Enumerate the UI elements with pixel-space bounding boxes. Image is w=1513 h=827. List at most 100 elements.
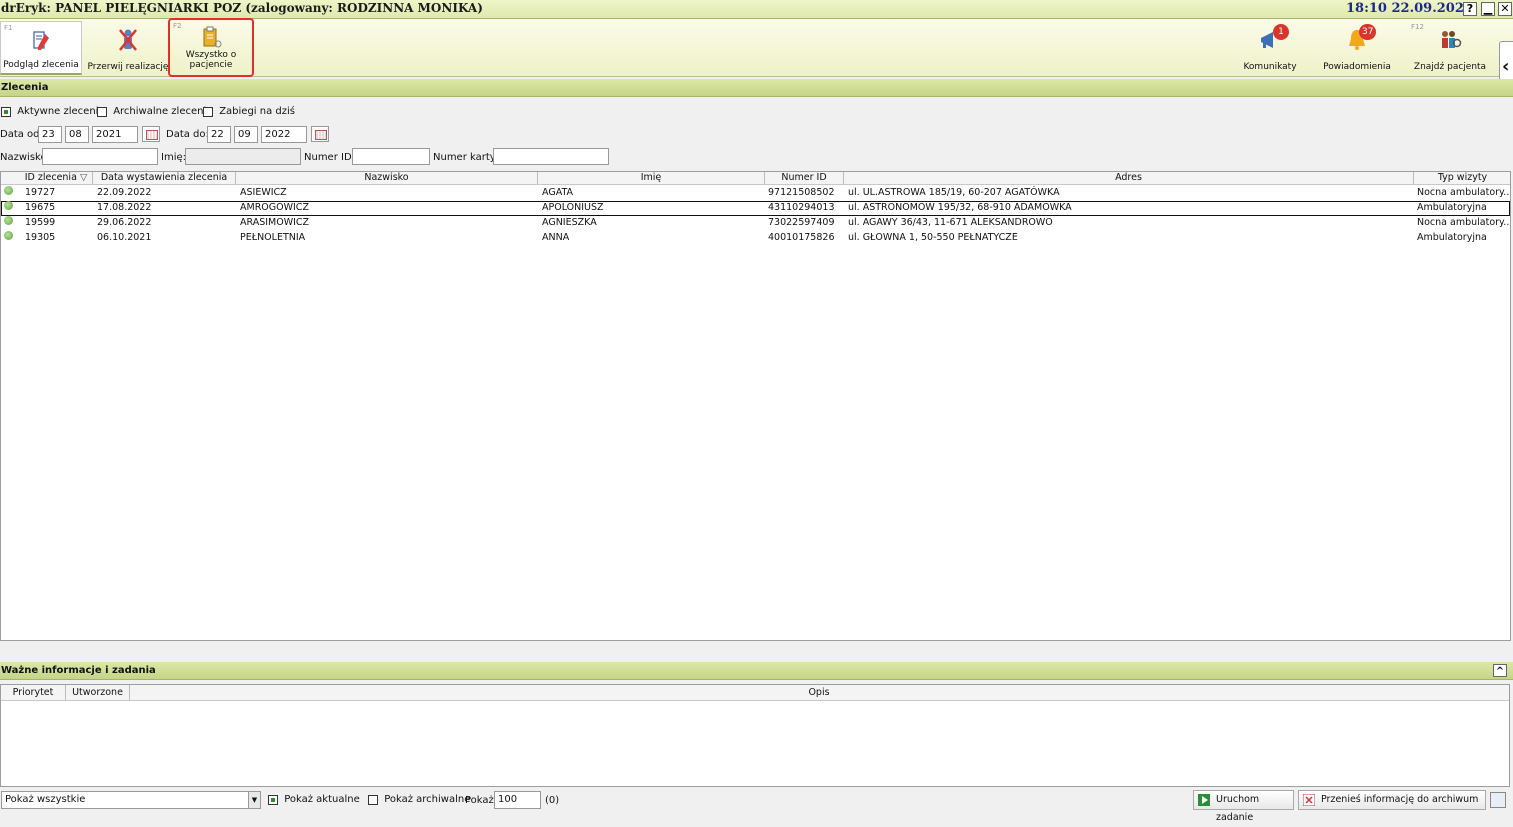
date-from-year[interactable]: 2021 (92, 126, 138, 143)
find-patient-button[interactable]: F12 Znajdź pacjenta (1408, 21, 1492, 75)
id-number-input[interactable] (352, 148, 430, 165)
date-to-label: Data do: (166, 129, 209, 140)
filter-active-orders[interactable]: Aktywne zlecenia (1, 106, 105, 118)
table-row[interactable]: 19305 06.10.2021 PEŁNOLETNIA ANNA 400101… (1, 231, 1510, 246)
messages-label: Komunikaty (1243, 62, 1297, 72)
status-dot-icon (4, 216, 13, 225)
active-orders-label: Aktywne zlecenia (17, 106, 105, 117)
today-procedures-checkbox[interactable] (203, 106, 213, 117)
cell-issue-date: 17.08.2022 (97, 202, 152, 213)
collapse-up-icon[interactable]: ^ (1493, 664, 1507, 677)
run-task-label: Uruchom zadanie (1216, 794, 1260, 823)
cell-order-id: 19305 (25, 232, 56, 243)
card-number-label: Numer karty: (433, 152, 499, 163)
col-priority[interactable]: Priorytet (1, 685, 66, 701)
filter-select[interactable]: Pokaż wszystkie ▼ (1, 791, 261, 809)
show-current-checkbox[interactable] (268, 794, 278, 805)
cell-order-id: 19675 (25, 202, 56, 213)
all-about-patient-button[interactable]: F2 Wszystko o pacjencie (168, 18, 254, 77)
col-visit-type[interactable]: Typ wizyty (1414, 172, 1511, 184)
name-input[interactable] (185, 148, 301, 165)
filter-archived-orders[interactable]: Archiwalne zlecenia (97, 106, 212, 118)
show-current-toggle[interactable]: Pokaż aktualne (268, 794, 360, 806)
orders-table: ID zlecenia ▽ Data wystawienia zlecenia … (0, 171, 1511, 641)
move-to-archive-button[interactable]: Przenieś informację do archiwum (1298, 790, 1486, 810)
col-order-id[interactable]: ID zlecenia ▽ (20, 172, 93, 184)
help-button[interactable]: ? (1463, 2, 1477, 16)
close-red-icon (1303, 794, 1315, 806)
card-number-input[interactable] (493, 148, 609, 165)
calendar-icon[interactable] (311, 126, 329, 142)
cell-order-id: 19727 (25, 187, 56, 198)
notifications-button[interactable]: 37 Powiadomienia (1322, 21, 1392, 75)
date-from-label: Data od: (0, 129, 43, 140)
chevron-left-icon: ‹ (1502, 56, 1510, 77)
col-name[interactable]: Imię (538, 172, 765, 184)
show-count-input[interactable]: 100 (494, 791, 541, 809)
cell-visit-type: Ambulatoryjna (1417, 202, 1487, 213)
status-dot-icon (4, 201, 13, 210)
col-surname[interactable]: Nazwisko (236, 172, 538, 184)
table-row[interactable]: 19675 17.08.2022 AMROGOWICZ APOLONIUSZ 4… (1, 201, 1510, 216)
cell-name: AGATA (542, 187, 574, 198)
date-from-day[interactable]: 23 (38, 126, 62, 143)
table-row[interactable]: 19727 22.09.2022 ASIEWICZ AGATA 97121508… (1, 186, 1510, 201)
table-row[interactable]: 19599 29.06.2022 ARASIMOWICZ AGNIESZKA 7… (1, 216, 1510, 231)
col-id-number[interactable]: Numer ID (765, 172, 844, 184)
cell-surname: ASIEWICZ (240, 187, 287, 198)
filter-today-procedures[interactable]: Zabiegi na dziś (203, 106, 295, 118)
show-count-label: Pokaż (465, 795, 494, 806)
minimize-button[interactable]: ▁ (1481, 2, 1495, 16)
fkey-label: F1 (4, 24, 13, 32)
info-section-title: Ważne informacje i zadania (1, 665, 156, 676)
surname-input[interactable] (42, 148, 158, 165)
cell-id-number: 43110294013 (768, 202, 835, 213)
fkey-label: F12 (1411, 23, 1424, 31)
cell-address: ul. UL.ASTROWA 185/19, 60-207 AGATÓWKA (848, 187, 1060, 198)
find-people-icon (1442, 31, 1462, 48)
id-number-label: Numer ID: (304, 152, 356, 163)
date-to-month[interactable]: 09 (234, 126, 258, 143)
cell-address: ul. ASTRONOMÓW 195/32, 68-910 ADAMÓWKA (848, 202, 1072, 213)
show-current-label: Pokaż aktualne (284, 794, 360, 805)
order-preview-button[interactable]: F1 Podgląd zlecenia (0, 21, 82, 75)
close-button[interactable]: ✕ (1498, 2, 1512, 16)
col-description[interactable]: Opis (130, 685, 1508, 701)
notifications-label: Powiadomienia (1323, 62, 1391, 72)
date-from-month[interactable]: 08 (65, 126, 89, 143)
archived-orders-checkbox[interactable] (97, 106, 107, 117)
col-address[interactable]: Adres (844, 172, 1414, 184)
cell-name: APOLONIUSZ (542, 202, 604, 213)
cell-surname: PEŁNOLETNIA (240, 232, 306, 243)
show-archived-toggle[interactable]: Pokaż archiwalne (368, 794, 470, 806)
interrupt-realization-button[interactable]: Przerwij realizację (86, 21, 170, 75)
date-to-day[interactable]: 22 (207, 126, 231, 143)
all-about-patient-label: Wszystko o pacjencie (185, 50, 237, 70)
cell-address: ul. AGAWY 36/43, 11-671 ALEKSANDROWO (848, 217, 1053, 228)
record-count: (0) (545, 795, 560, 806)
col-created[interactable]: Utworzone (66, 685, 130, 701)
col-issue-date[interactable]: Data wystawienia zlecenia (93, 172, 236, 184)
order-preview-label: Podgląd zlecenia (3, 60, 79, 70)
run-task-button[interactable]: Uruchom zadanie (1193, 790, 1294, 823)
orders-section-header: Zlecenia (0, 79, 1513, 97)
orders-table-header: ID zlecenia ▽ Data wystawienia zlecenia … (1, 172, 1510, 185)
calculator-icon[interactable] (1490, 792, 1506, 808)
fkey-label: F2 (173, 22, 182, 30)
cell-visit-type: Nocna ambulatory... (1417, 217, 1509, 228)
notifications-badge: 37 (1359, 24, 1377, 40)
messages-button[interactable]: 1 Komunikaty (1238, 21, 1302, 75)
calendar-icon[interactable] (142, 126, 160, 142)
today-procedures-label: Zabiegi na dziś (219, 106, 295, 117)
name-label: Imię: (161, 152, 186, 163)
cell-issue-date: 29.06.2022 (97, 217, 152, 228)
patient-folder-icon (203, 26, 222, 48)
active-orders-checkbox[interactable] (1, 106, 11, 117)
date-to-year[interactable]: 2022 (261, 126, 307, 143)
info-table: Priorytet Utworzone Opis (0, 684, 1510, 787)
show-archived-checkbox[interactable] (368, 794, 378, 805)
show-archived-label: Pokaż archiwalne (384, 794, 471, 805)
move-to-archive-label: Przenieś informację do archiwum (1321, 794, 1479, 805)
interrupt-realization-label: Przerwij realizację (87, 62, 169, 72)
cell-surname: AMROGOWICZ (240, 202, 309, 213)
